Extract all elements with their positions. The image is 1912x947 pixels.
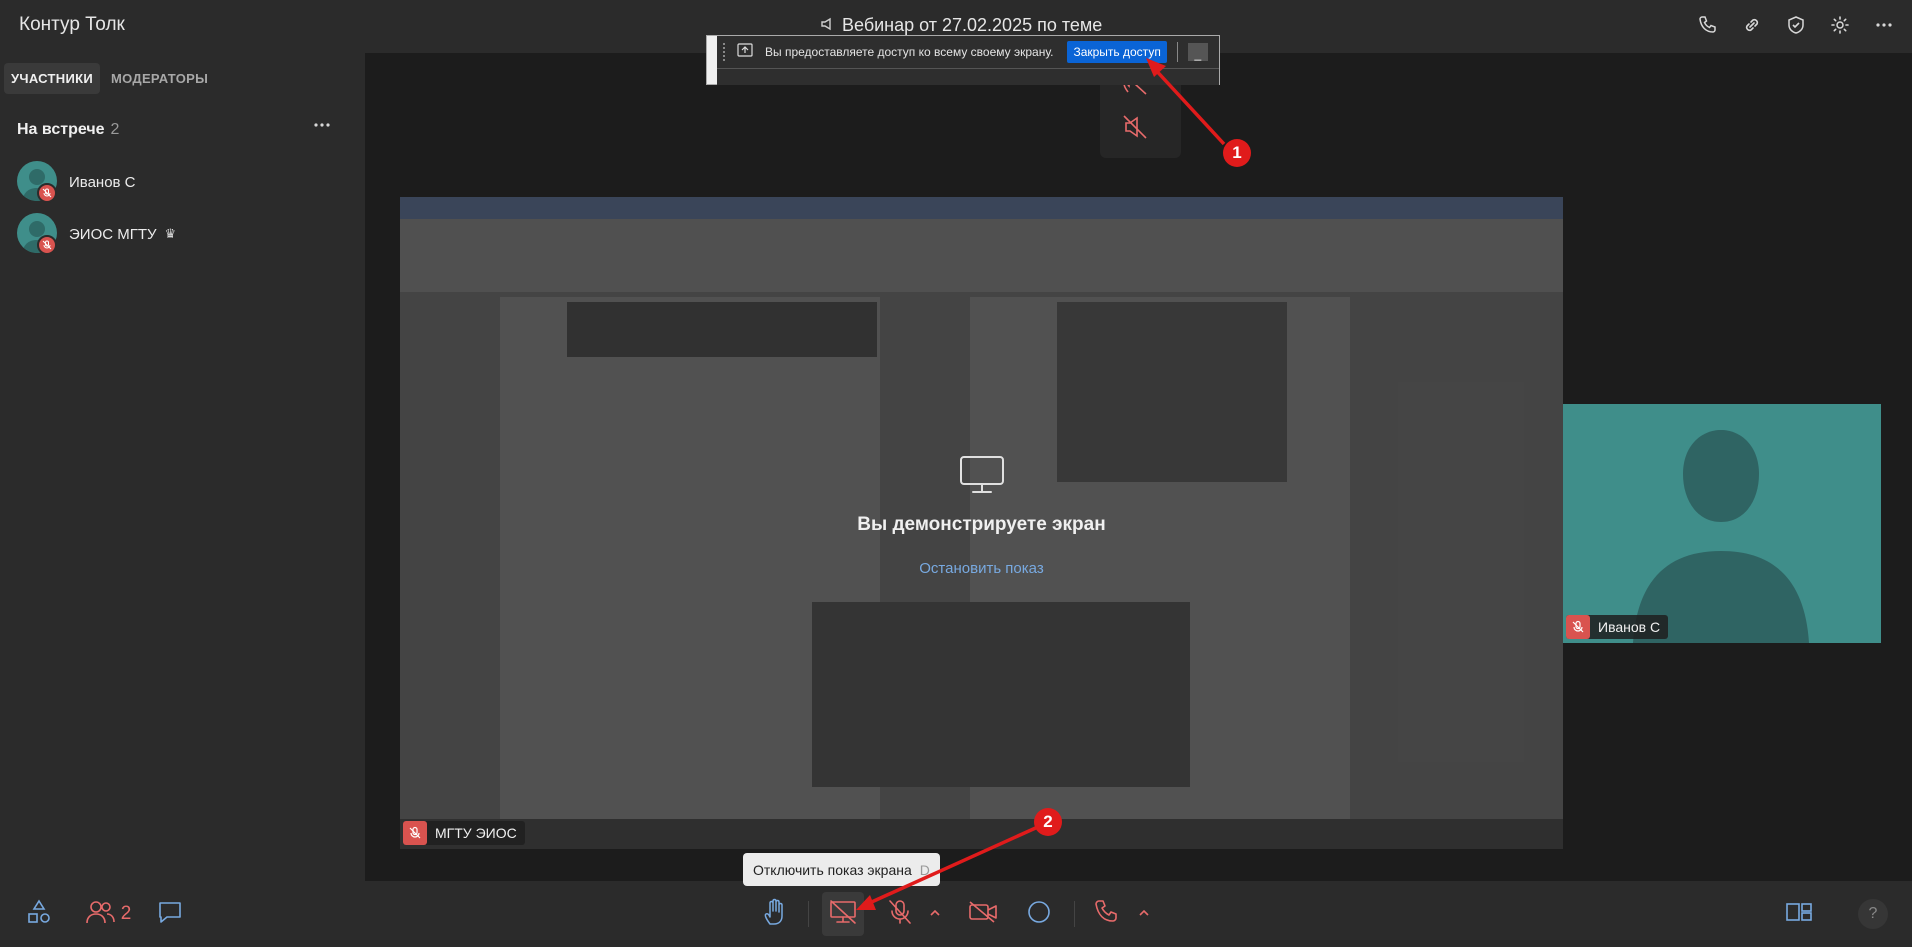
callout-marker: 1 (1223, 139, 1251, 167)
annotation-arrows (856, 58, 1226, 910)
callout-marker: 2 (1034, 808, 1062, 836)
